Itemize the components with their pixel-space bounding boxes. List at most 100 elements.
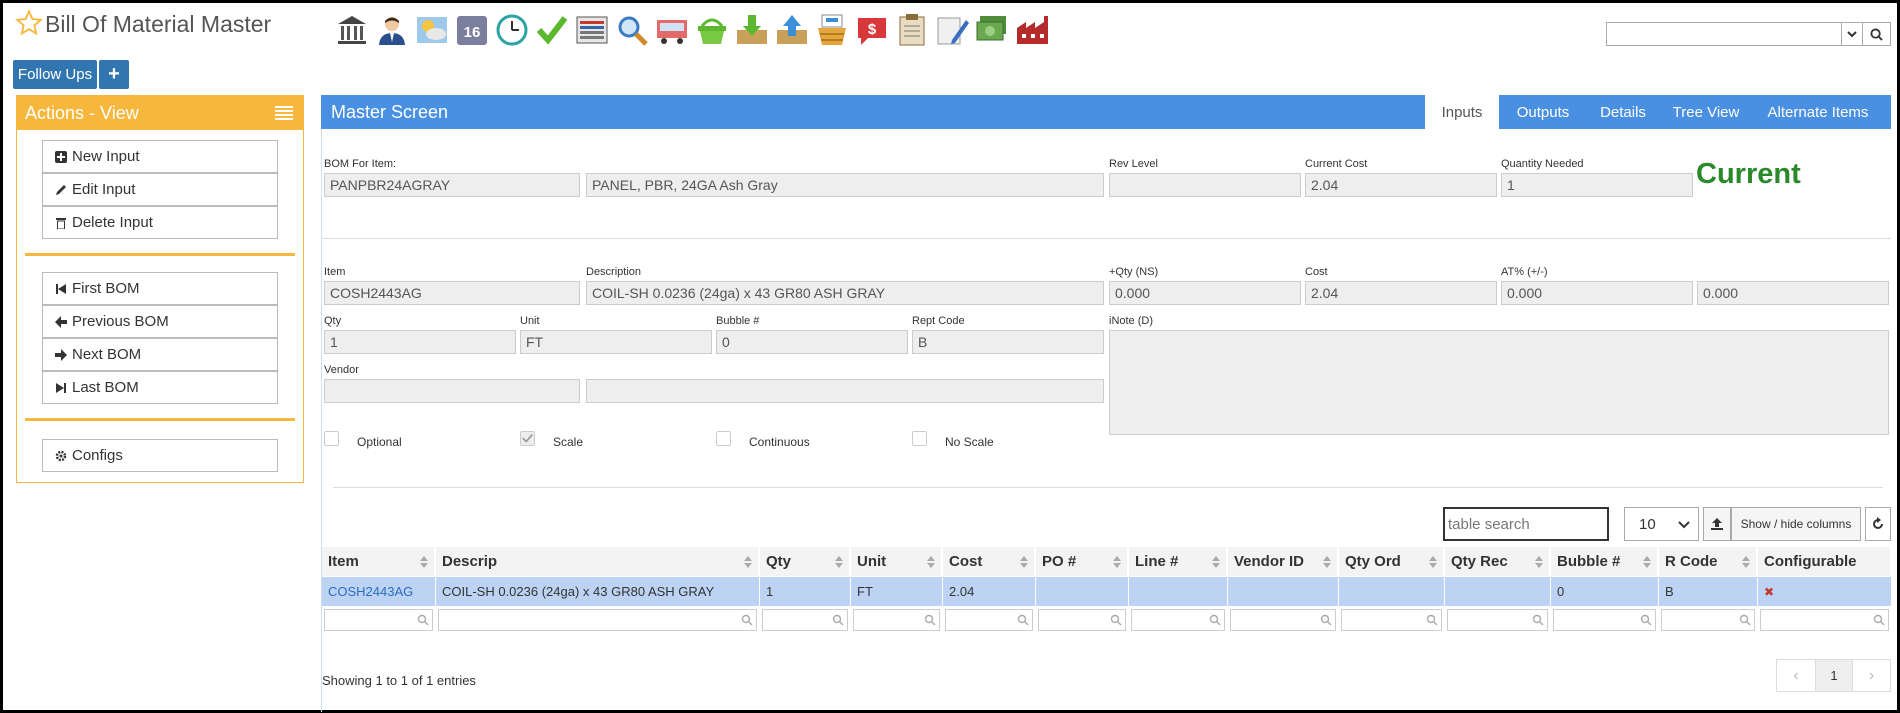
follow-ups-button[interactable]: Follow Ups [13, 60, 97, 89]
user-icon[interactable] [373, 11, 411, 49]
filter-input-cost[interactable] [945, 609, 1033, 631]
column-header-unit[interactable]: Unit [851, 547, 942, 576]
table-search-input[interactable]: table search [1443, 507, 1609, 541]
configs-button[interactable]: Configs [42, 439, 278, 472]
optional-checkbox[interactable] [324, 431, 339, 446]
column-header-po[interactable]: PO # [1036, 547, 1128, 576]
current-cost-field: 2.04 [1305, 173, 1497, 197]
column-header-vendor-id[interactable]: Vendor ID [1228, 547, 1338, 576]
rept-code-label: Rept Code [912, 315, 965, 327]
tab-details[interactable]: Details [1587, 95, 1659, 129]
weather-icon[interactable] [413, 11, 451, 49]
dollar-chat-icon[interactable]: $ [853, 11, 891, 49]
at-extra-field[interactable]: 0.000 [1697, 281, 1889, 305]
refresh-icon[interactable] [1865, 507, 1891, 541]
filter-input-qty-ord[interactable] [1341, 609, 1442, 631]
sort-icon [744, 556, 752, 568]
tab-tree-view[interactable]: Tree View [1659, 95, 1753, 129]
bank-icon[interactable] [333, 11, 371, 49]
global-search-input[interactable] [1606, 22, 1842, 46]
column-header-cost[interactable]: Cost [943, 547, 1035, 576]
plus-qty-field[interactable]: 0.000 [1109, 281, 1301, 305]
column-header-r-code[interactable]: R Code [1659, 547, 1757, 576]
qty-field[interactable]: 1 [324, 330, 516, 354]
outbox-upload-icon[interactable] [773, 11, 811, 49]
calendar-icon[interactable]: 16 [453, 11, 491, 49]
inbox-download-icon[interactable] [733, 11, 771, 49]
previous-bom-button[interactable]: Previous BOM [42, 305, 278, 338]
vendor-field[interactable] [324, 379, 580, 403]
filter-input-r-code[interactable] [1661, 609, 1755, 631]
edit-input-button[interactable]: Edit Input [42, 173, 278, 206]
add-follow-up-button[interactable]: + [99, 60, 129, 89]
clipboard-icon[interactable] [893, 11, 931, 49]
filter-input-unit[interactable] [853, 609, 940, 631]
column-header-bubble[interactable]: Bubble # [1551, 547, 1658, 576]
hamburger-menu-icon[interactable] [275, 106, 293, 120]
tab-outputs[interactable]: Outputs [1499, 95, 1587, 129]
column-header-qty-ord[interactable]: Qty Ord [1339, 547, 1444, 576]
column-header-item[interactable]: Item [322, 547, 435, 576]
chevron-down-icon [1678, 521, 1690, 529]
pencil-note-icon[interactable] [933, 11, 971, 49]
filter-input-descrip[interactable] [438, 609, 757, 631]
show-hide-columns-button[interactable]: Show / hide columns [1731, 507, 1861, 541]
first-bom-button[interactable]: First BOM [42, 272, 278, 305]
cash-icon[interactable] [973, 11, 1011, 49]
filter-input-qty[interactable] [762, 609, 848, 631]
rept-code-field[interactable]: B [912, 330, 1104, 354]
new-input-button[interactable]: New Input [42, 140, 278, 173]
item-field[interactable]: COSH2443AG [324, 281, 580, 305]
sort-icon [1742, 556, 1750, 568]
page-size-select[interactable]: 10 [1624, 507, 1699, 541]
keyboard-icon[interactable] [573, 11, 611, 49]
filter-input-qty-rec[interactable] [1447, 609, 1548, 631]
pagination-page-1[interactable]: 1 [1815, 659, 1853, 692]
delete-input-button[interactable]: Delete Input [42, 206, 278, 239]
magnifier-icon[interactable] [613, 11, 651, 49]
column-header-descrip[interactable]: Descrip [436, 547, 759, 576]
tab-alternate-items[interactable]: Alternate Items [1753, 95, 1883, 129]
last-bom-button[interactable]: Last BOM [42, 371, 278, 404]
filter-input-bubble[interactable] [1553, 609, 1656, 631]
quantity-needed-label: Quantity Needed [1501, 158, 1584, 170]
favorite-star-icon[interactable] [15, 9, 43, 37]
pagination-previous-button[interactable]: ‹ [1776, 659, 1816, 692]
cost-field[interactable]: 2.04 [1305, 281, 1497, 305]
check-icon[interactable] [533, 11, 571, 49]
column-header-configurable[interactable]: Configurable [1758, 547, 1891, 576]
column-header-qty[interactable]: Qty [760, 547, 850, 576]
filter-input-line[interactable] [1131, 609, 1225, 631]
search-icon[interactable] [1863, 22, 1891, 46]
chevron-down-icon[interactable] [1841, 22, 1863, 46]
previous-bom-label: Previous BOM [72, 313, 169, 330]
filter-input-po[interactable] [1038, 609, 1126, 631]
vendor-name-field[interactable] [586, 379, 1104, 403]
table-cell-qty-rec [1445, 577, 1550, 606]
scale-checkbox[interactable] [520, 431, 535, 446]
clock-icon[interactable] [493, 11, 531, 49]
continuous-checkbox[interactable] [716, 431, 731, 446]
factory-icon[interactable] [1013, 11, 1051, 49]
tray-stack-icon[interactable] [813, 11, 851, 49]
no-scale-checkbox[interactable] [912, 431, 927, 446]
export-upload-icon[interactable] [1703, 507, 1731, 541]
filter-input-item[interactable] [324, 609, 433, 631]
truck-icon[interactable] [653, 11, 691, 49]
pagination-next-button[interactable]: › [1852, 659, 1891, 692]
basket-icon[interactable] [693, 11, 731, 49]
inote-textarea[interactable] [1109, 330, 1889, 435]
quantity-needed-field: 1 [1501, 173, 1693, 197]
filter-input-vendor-id[interactable] [1230, 609, 1336, 631]
filter-input-configurable[interactable] [1760, 609, 1889, 631]
column-header-qty-rec[interactable]: Qty Rec [1445, 547, 1550, 576]
unit-field[interactable]: FT [520, 330, 712, 354]
description-field[interactable]: COIL-SH 0.0236 (24ga) x 43 GR80 ASH GRAY [586, 281, 1104, 305]
column-header-line[interactable]: Line # [1129, 547, 1227, 576]
bubble-field[interactable]: 0 [716, 330, 908, 354]
tab-inputs[interactable]: Inputs [1425, 95, 1499, 130]
table-cell-item-link[interactable]: COSH2443AG [322, 577, 435, 606]
page-size-value: 10 [1639, 515, 1656, 533]
at-percent-field[interactable]: 0.000 [1501, 281, 1693, 305]
next-bom-button[interactable]: Next BOM [42, 338, 278, 371]
